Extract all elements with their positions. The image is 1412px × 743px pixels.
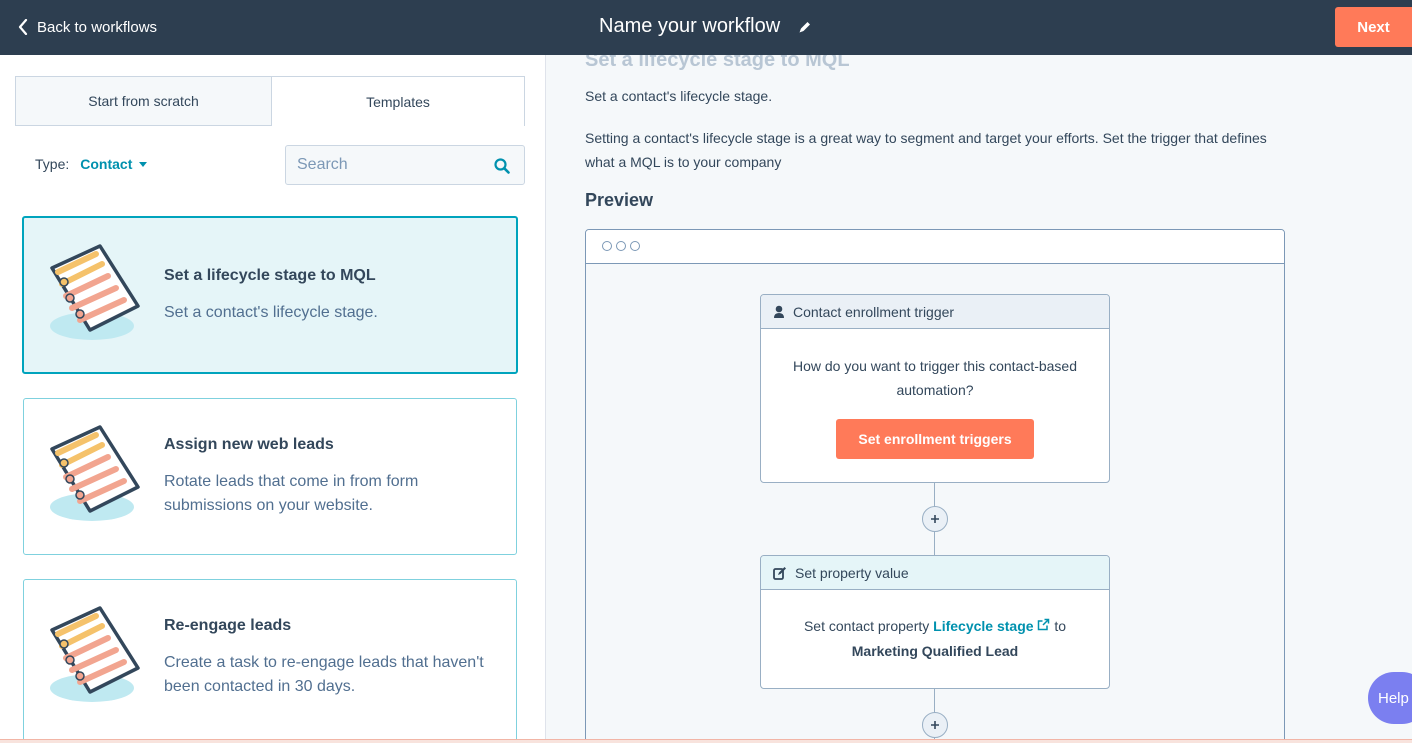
template-heading: Set a lifecycle stage to MQL [585,55,850,71]
node-header: Set property value [761,556,1109,590]
template-card-re-engage-leads[interactable]: Re-engage leads Create a task to re-enga… [23,579,517,743]
workflow-name-editor[interactable]: Name your workflow [599,15,812,38]
window-dot-icon [602,241,612,251]
type-label: Type: [35,156,70,172]
template-picker-panel: Start from scratch Templates Type: Conta… [0,55,546,743]
template-title: Assign new web leads [164,436,334,453]
search-input[interactable] [286,146,486,184]
action-description: Set contact property Lifecycle stage to [781,614,1089,639]
next-button[interactable]: Next [1335,7,1412,47]
tab-bar: Start from scratch Templates [15,76,525,126]
node-body: How do you want to trigger this contact-… [761,329,1109,459]
template-summary: Set a contact's lifecycle stage. [585,88,773,104]
property-value: Marketing Qualified Lead [851,643,1019,659]
window-dot-icon [616,241,626,251]
tab-start-from-scratch[interactable]: Start from scratch [15,76,271,126]
enrollment-trigger-node: Contact enrollment trigger How do you wa… [760,294,1110,483]
window-dot-icon [630,241,640,251]
template-title: Set a lifecycle stage to MQL [164,267,376,284]
search-icon[interactable] [494,158,510,174]
external-link-icon [1038,618,1050,631]
workflow-preview: Contact enrollment trigger How do you wa… [585,229,1285,743]
action-text-prefix: Set contact property [803,618,930,634]
chevron-left-icon [18,19,28,35]
contact-person-icon [774,305,784,318]
node-title: Set property value [795,564,909,581]
pencil-icon[interactable] [798,20,812,34]
lifecycle-stage-link[interactable]: Lifecycle stage [933,618,1050,634]
set-enrollment-triggers-button[interactable]: Set enrollment triggers [836,419,1034,459]
edit-property-icon [773,566,786,580]
workflow-illustration-icon [50,606,140,702]
workflow-illustration-icon [50,425,140,521]
plus-icon [931,515,939,523]
preview-heading: Preview [585,190,654,210]
template-description: Rotate leads that come in from form subm… [164,473,419,514]
back-to-workflows-link[interactable]: Back to workflows [18,16,157,38]
node-header: Contact enrollment trigger [761,295,1109,329]
set-property-action-node: Set property value Set contact property … [760,555,1110,689]
trigger-question: How do you want to trigger this contact-… [792,358,1078,398]
template-preview-panel: Set a lifecycle stage to MQL Set a conta… [546,55,1412,743]
node-body: Set contact property Lifecycle stage to … [761,590,1109,664]
template-description: Set a contact's lifecycle stage. [164,304,378,321]
workflow-illustration-icon [50,244,140,340]
template-details: Setting a contact's lifecycle stage is a… [585,130,1267,170]
workflow-name: Name your workflow [599,15,781,37]
node-title: Contact enrollment trigger [793,303,955,320]
tab-templates[interactable]: Templates [271,76,525,126]
add-action-button[interactable] [922,506,948,532]
back-label: Back to workflows [37,18,158,36]
action-text-to: to [1054,618,1067,634]
type-dropdown[interactable]: Contact [80,156,148,172]
template-card-lifecycle-mql[interactable]: Set a lifecycle stage to MQL Set a conta… [22,216,518,374]
caret-down-icon [139,161,148,167]
help-button[interactable]: Help [1368,672,1412,724]
template-description: Create a task to re-engage leads that ha… [164,654,484,695]
template-title: Re-engage leads [164,617,292,634]
search-box [285,145,525,185]
add-action-button[interactable] [922,712,948,738]
type-filter: Type: Contact [35,156,148,172]
top-bar: Back to workflows Name your workflow Nex… [0,0,1412,55]
bottom-edge [0,739,1412,743]
template-card-web-leads[interactable]: Assign new web leads Rotate leads that c… [23,398,517,555]
type-value: Contact [80,156,133,172]
plus-icon [931,721,939,729]
property-link-label: Lifecycle stage [933,618,1034,634]
preview-window-bar [586,230,1284,264]
